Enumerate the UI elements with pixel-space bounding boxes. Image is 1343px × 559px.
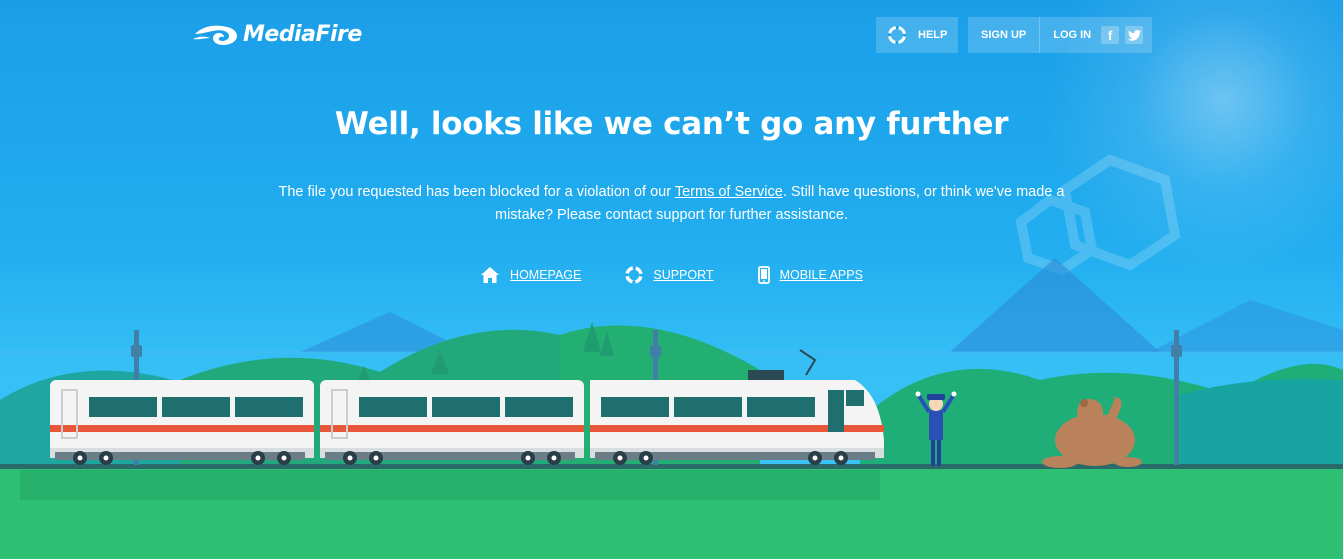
train-scene-illustration <box>0 154 1343 559</box>
hexagon-decoration <box>1015 154 1181 276</box>
rail-track <box>0 464 1343 469</box>
